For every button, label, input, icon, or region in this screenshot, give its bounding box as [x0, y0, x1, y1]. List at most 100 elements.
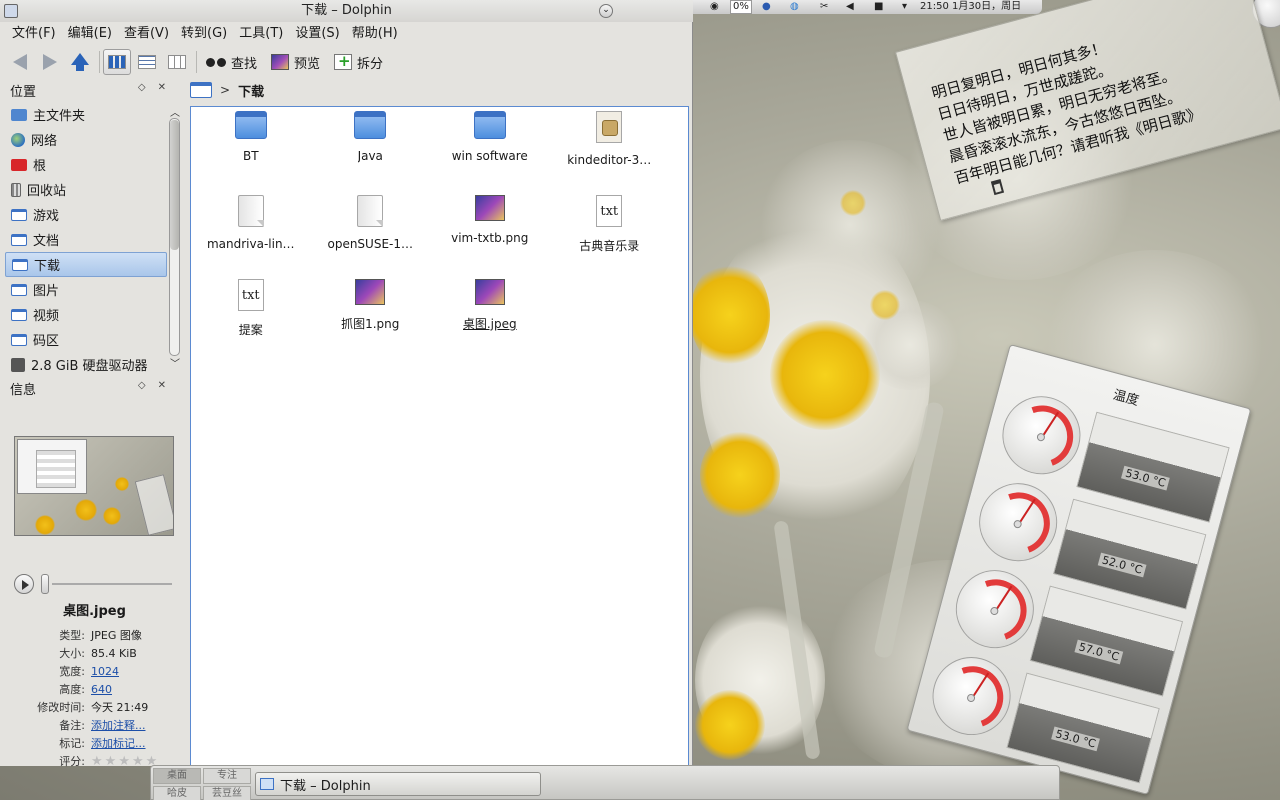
rating-stars[interactable]: ★ ★ ★ ★ ★	[91, 755, 157, 768]
text-file-icon: txt	[237, 279, 264, 311]
menu-tools[interactable]: 工具(T)	[233, 22, 289, 46]
file-view[interactable]: BT Java win software kindeditor-3… mandr…	[190, 106, 689, 766]
lock-icon[interactable]: ■	[874, 0, 883, 14]
float-panel-icon[interactable]: ◇	[138, 380, 158, 391]
pager-desktop-1[interactable]: 桌面	[153, 768, 201, 784]
meta-key: 大小:	[59, 647, 85, 660]
details-view-button[interactable]	[133, 49, 161, 75]
pager-desktop-2[interactable]: 专注	[203, 768, 251, 784]
file-item[interactable]: txt 提案	[191, 275, 311, 359]
minimize-button[interactable]: ⌄	[599, 4, 613, 18]
file-item[interactable]: kindeditor-3…	[550, 107, 670, 191]
folder-icon[interactable]	[190, 82, 212, 98]
place-documents[interactable]: 文档	[5, 227, 167, 252]
window-title: 下载 – Dolphin	[301, 3, 392, 18]
pager-desktop-3[interactable]: 哈皮	[153, 786, 201, 800]
pager-desktop-4[interactable]: 芸豆丝	[203, 786, 251, 800]
star-icon[interactable]: ★	[132, 755, 144, 768]
details-view-icon	[138, 55, 156, 69]
places-scrollbar[interactable]: ︿ ﹀	[169, 104, 180, 370]
menu-view[interactable]: 查看(V)	[118, 22, 175, 46]
task-label: 下载 – Dolphin	[280, 778, 371, 794]
close-panel-icon[interactable]: ✕	[158, 82, 178, 93]
file-icon	[237, 195, 264, 227]
chevron-up-icon[interactable]: ︿	[170, 104, 180, 119]
window-menu-icon[interactable]	[4, 4, 18, 18]
place-drive[interactable]: 2.8 GiB 硬盘驱动器	[5, 352, 167, 377]
task-dolphin[interactable]: 下载 – Dolphin	[255, 772, 541, 796]
meta-key: 类型:	[59, 629, 85, 642]
scrollbar-thumb[interactable]	[170, 120, 179, 250]
columns-view-button[interactable]	[163, 49, 191, 75]
menu-go[interactable]: 转到(G)	[175, 22, 233, 46]
file-name: win software	[451, 149, 528, 163]
update-icon[interactable]: ◍	[790, 0, 799, 14]
file-item[interactable]: 抓图1.png	[311, 275, 431, 359]
preview-button[interactable]: 预览	[265, 49, 326, 75]
seek-track[interactable]	[52, 583, 172, 585]
file-name: vim-txtb.png	[451, 231, 529, 245]
add-comment-link[interactable]: 添加注释...	[91, 717, 146, 733]
split-button[interactable]: 拆分	[328, 49, 389, 75]
percent-indicator: 0%	[730, 0, 752, 14]
play-button[interactable]	[14, 574, 34, 594]
file-item[interactable]: Java	[311, 107, 431, 191]
menu-help[interactable]: 帮助(H)	[346, 22, 404, 46]
close-panel-icon[interactable]: ✕	[158, 380, 178, 391]
menu-file[interactable]: 文件(F)	[6, 22, 62, 46]
place-videos[interactable]: 视频	[5, 302, 167, 327]
title-bar[interactable]: 下载 – Dolphin ⌄	[0, 0, 693, 22]
file-item-selected[interactable]: 桌图.jpeg	[430, 275, 550, 359]
toolbar-separator	[99, 51, 100, 73]
browser-icon[interactable]: ●	[762, 0, 771, 14]
menu-edit[interactable]: 编辑(E)	[62, 22, 118, 46]
file-icon	[357, 195, 384, 227]
place-network[interactable]: 网络	[5, 127, 167, 152]
star-icon[interactable]: ★	[91, 755, 103, 768]
gauge-icon	[993, 387, 1090, 484]
chevron-down-icon[interactable]: ▾	[902, 0, 907, 14]
file-item[interactable]: win software	[430, 107, 550, 191]
volume-icon[interactable]: ◀	[846, 0, 854, 14]
preview-icon	[271, 54, 290, 70]
icons-view-button[interactable]	[103, 49, 131, 75]
file-item[interactable]: openSUSE-1…	[311, 191, 431, 275]
meta-type: 类型: JPEG 图像	[5, 626, 184, 644]
add-tags-link[interactable]: 添加标记...	[91, 735, 146, 751]
up-button[interactable]	[66, 49, 94, 75]
star-icon[interactable]: ★	[105, 755, 117, 768]
main-toolbar: 查找 预览 拆分	[0, 46, 693, 78]
taskbar: 桌面 专注 哈皮 芸豆丝 下载 – Dolphin	[150, 765, 1060, 800]
seek-slider[interactable]	[41, 574, 49, 594]
place-games[interactable]: 游戏	[5, 202, 167, 227]
float-panel-icon[interactable]: ◇	[138, 82, 158, 93]
meta-width-link[interactable]: 1024	[91, 665, 119, 678]
file-item[interactable]: BT	[191, 107, 311, 191]
find-button[interactable]: 查找	[200, 49, 263, 75]
back-arrow-icon	[13, 54, 27, 70]
place-root[interactable]: 根	[5, 152, 167, 177]
place-pictures[interactable]: 图片	[5, 277, 167, 302]
place-code[interactable]: 码区	[5, 327, 167, 352]
place-home[interactable]: 主文件夹	[5, 102, 167, 127]
menu-settings[interactable]: 设置(S)	[289, 22, 345, 46]
breadcrumb-current[interactable]: 下载	[238, 81, 264, 100]
place-label: 2.8 GiB 硬盘驱动器	[31, 359, 148, 374]
file-item[interactable]: txt 古典音乐录	[550, 191, 670, 275]
back-button[interactable]	[6, 49, 34, 75]
file-item[interactable]: mandriva-lin…	[191, 191, 311, 275]
chevron-down-icon[interactable]: ﹀	[170, 355, 180, 370]
network-icon[interactable]: ◉	[710, 0, 719, 14]
place-trash[interactable]: 回收站	[5, 177, 167, 202]
place-label: 码区	[33, 334, 60, 349]
chevron-right-icon[interactable]: >	[220, 83, 230, 97]
scissors-icon[interactable]: ✂	[820, 0, 828, 14]
star-icon[interactable]: ★	[118, 755, 130, 768]
meta-height-link[interactable]: 640	[91, 683, 112, 696]
forward-button[interactable]	[36, 49, 64, 75]
folder-icon	[11, 308, 27, 321]
clock[interactable]: 21:50 1月30日，周日	[920, 0, 1021, 14]
meta-value: JPEG 图像	[91, 629, 142, 642]
place-downloads[interactable]: 下载	[5, 252, 167, 277]
file-item[interactable]: vim-txtb.png	[430, 191, 550, 275]
